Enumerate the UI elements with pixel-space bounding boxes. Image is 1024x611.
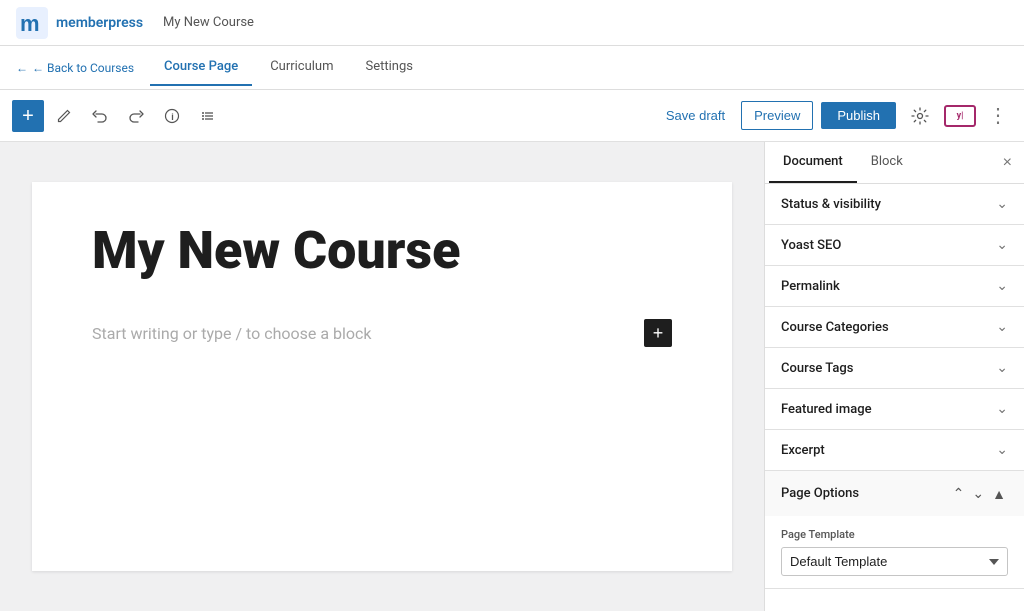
undo-button[interactable] bbox=[84, 100, 116, 132]
sidebar-header: Document Block × bbox=[765, 142, 1024, 184]
section-excerpt-label: Excerpt bbox=[781, 443, 825, 458]
editor-content: My New Course Start writing or type / to… bbox=[32, 182, 732, 571]
section-status-visibility-header[interactable]: Status & visibility ⌄ bbox=[765, 184, 1024, 224]
nav-tabs: ← ← Back to Courses Course Page Curricul… bbox=[0, 46, 1024, 90]
yoast-label: y| bbox=[957, 111, 964, 121]
section-excerpt-header[interactable]: Excerpt ⌄ bbox=[765, 430, 1024, 470]
toolbar: + i bbox=[0, 90, 1024, 142]
chevron-down-icon: ⌄ bbox=[996, 196, 1008, 212]
list-icon bbox=[200, 108, 216, 124]
undo-icon bbox=[92, 108, 108, 124]
chevron-down-icon: ⌄ bbox=[996, 442, 1008, 458]
chevron-down-icon: ⌄ bbox=[996, 237, 1008, 253]
back-arrow-icon: ← bbox=[16, 61, 28, 75]
preview-button[interactable]: Preview bbox=[741, 101, 813, 130]
list-view-button[interactable] bbox=[192, 100, 224, 132]
inline-add-block-button[interactable]: + bbox=[644, 319, 672, 347]
redo-button[interactable] bbox=[120, 100, 152, 132]
sidebar-tab-block[interactable]: Block bbox=[857, 142, 917, 183]
section-page-options-header[interactable]: Page Options ⌃ ⌄ ▲ bbox=[765, 471, 1024, 516]
section-course-categories-header[interactable]: Course Categories ⌄ bbox=[765, 307, 1024, 347]
chevron-down-icon: ⌄ bbox=[996, 319, 1008, 335]
section-excerpt: Excerpt ⌄ bbox=[765, 430, 1024, 471]
settings-button[interactable] bbox=[904, 100, 936, 132]
sidebar-tab-document[interactable]: Document bbox=[769, 142, 857, 183]
section-yoast-seo-label: Yoast SEO bbox=[781, 238, 841, 253]
pencil-icon bbox=[56, 108, 72, 124]
page-template-select[interactable]: Default Template Full Width No Sidebar bbox=[781, 547, 1008, 576]
yoast-button[interactable]: y| bbox=[944, 105, 976, 127]
chevron-down-icon: ⌄ bbox=[996, 278, 1008, 294]
placeholder-row: Start writing or type / to choose a bloc… bbox=[92, 319, 672, 347]
admin-bar: m memberpress My New Course bbox=[0, 0, 1024, 46]
page-options-controls: ⌃ ⌄ ▲ bbox=[951, 483, 1008, 504]
toolbar-left: + i bbox=[12, 100, 654, 132]
sidebar: Document Block × Status & visibility ⌄ Y… bbox=[764, 142, 1024, 611]
admin-bar-title: My New Course bbox=[163, 15, 254, 30]
section-course-categories: Course Categories ⌄ bbox=[765, 307, 1024, 348]
chevron-down-icon: ⌄ bbox=[996, 401, 1008, 417]
info-icon: i bbox=[164, 108, 180, 124]
section-featured-image: Featured image ⌄ bbox=[765, 389, 1024, 430]
section-course-categories-label: Course Categories bbox=[781, 320, 889, 335]
page-options-collapse-button[interactable]: ▲ bbox=[990, 484, 1008, 504]
gear-icon bbox=[911, 107, 929, 125]
section-page-options: Page Options ⌃ ⌄ ▲ Page Template Default… bbox=[765, 471, 1024, 589]
sidebar-close-button[interactable]: × bbox=[995, 146, 1020, 180]
section-yoast-seo: Yoast SEO ⌄ bbox=[765, 225, 1024, 266]
save-draft-button[interactable]: Save draft bbox=[658, 102, 733, 129]
main-layout: My New Course Start writing or type / to… bbox=[0, 142, 1024, 611]
section-course-tags-label: Course Tags bbox=[781, 361, 853, 376]
section-page-options-label: Page Options bbox=[781, 486, 859, 501]
course-title[interactable]: My New Course bbox=[92, 222, 672, 279]
section-course-tags: Course Tags ⌄ bbox=[765, 348, 1024, 389]
section-featured-image-header[interactable]: Featured image ⌄ bbox=[765, 389, 1024, 429]
more-options-button[interactable]: ⋮ bbox=[984, 99, 1012, 132]
toolbar-right: Save draft Preview Publish y| ⋮ bbox=[658, 99, 1012, 132]
section-yoast-seo-header[interactable]: Yoast SEO ⌄ bbox=[765, 225, 1024, 265]
page-options-down-button[interactable]: ⌄ bbox=[970, 483, 986, 504]
memberpress-logo: m bbox=[16, 7, 48, 39]
section-status-visibility-label: Status & visibility bbox=[781, 197, 881, 212]
svg-text:i: i bbox=[171, 112, 174, 122]
page-template-label: Page Template bbox=[781, 528, 1008, 541]
redo-icon bbox=[128, 108, 144, 124]
section-status-visibility: Status & visibility ⌄ bbox=[765, 184, 1024, 225]
chevron-down-icon: ⌄ bbox=[996, 360, 1008, 376]
add-block-button[interactable]: + bbox=[12, 100, 44, 132]
tab-course-page[interactable]: Course Page bbox=[150, 49, 252, 86]
info-button[interactable]: i bbox=[156, 100, 188, 132]
page-options-up-button[interactable]: ⌃ bbox=[951, 483, 967, 504]
publish-button[interactable]: Publish bbox=[821, 102, 896, 129]
back-to-courses-link[interactable]: ← ← Back to Courses bbox=[16, 61, 134, 75]
section-course-tags-header[interactable]: Course Tags ⌄ bbox=[765, 348, 1024, 388]
editor-placeholder-text[interactable]: Start writing or type / to choose a bloc… bbox=[92, 324, 372, 343]
section-permalink-header[interactable]: Permalink ⌄ bbox=[765, 266, 1024, 306]
logo-area: m memberpress bbox=[16, 7, 143, 39]
editor-area: My New Course Start writing or type / to… bbox=[0, 142, 764, 611]
section-permalink: Permalink ⌄ bbox=[765, 266, 1024, 307]
section-featured-image-label: Featured image bbox=[781, 402, 872, 417]
edit-tool-button[interactable] bbox=[48, 100, 80, 132]
section-page-options-content: Page Template Default Template Full Widt… bbox=[765, 516, 1024, 588]
brand-name: memberpress bbox=[56, 15, 143, 31]
tab-curriculum[interactable]: Curriculum bbox=[256, 49, 347, 86]
svg-text:m: m bbox=[20, 11, 40, 36]
back-label: ← Back to Courses bbox=[32, 61, 134, 75]
tab-settings[interactable]: Settings bbox=[352, 49, 427, 86]
section-permalink-label: Permalink bbox=[781, 279, 840, 294]
